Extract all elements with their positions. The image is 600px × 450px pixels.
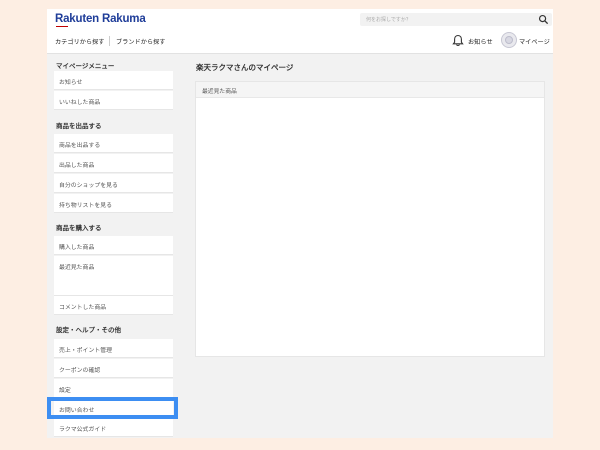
sidebar-item-label: お問い合わせ [59,408,95,414]
recently-viewed-panel: 最近見た商品 [195,81,545,357]
sidebar-item-coupons[interactable]: クーポンの確認 [54,359,173,378]
panel-header: 最近見た商品 [196,82,544,98]
sidebar-item-label: 出品した商品 [59,163,95,169]
section-title-sell: 商品を出品する [56,122,102,130]
notifications-link[interactable]: お知らせ [468,37,493,46]
sidebar-item-official-guide[interactable]: ラクマ公式ガイド [54,418,173,437]
sidebar-item-label: 持ち物リストを見る [59,203,113,209]
search-bar [360,13,552,26]
search-input[interactable] [366,14,526,25]
sidebar-item-label: コメントした商品 [59,305,107,311]
sidebar-item-label: 売上・ポイント管理 [59,348,113,354]
search-icon[interactable] [538,14,549,25]
nav-category-link[interactable]: カテゴリから探す [55,37,105,46]
sidebar-item-recently-viewed[interactable]: 最近見た商品 [54,256,173,296]
header-divider [47,53,553,54]
section-title-settings-help: 設定・ヘルプ・その他 [56,326,121,334]
sidebar-item-contact[interactable]: お問い合わせ [54,399,173,418]
mypage-link[interactable]: マイページ [519,37,550,46]
sidebar-item-liked-items[interactable]: いいねした商品 [54,91,173,110]
sidebar-item-my-shop[interactable]: 自分のショップを見る [54,174,173,193]
sidebar-item-list-item[interactable]: 商品を出品する [54,134,173,153]
page-title: 楽天ラクマさんのマイページ [196,63,294,72]
sidebar-item-label: 自分のショップを見る [59,183,118,189]
sidebar-item-label: クーポンの確認 [59,368,101,374]
sidebar-item-settings[interactable]: 設定 [54,379,173,398]
rakuten-rakuma-logo[interactable]: Rakuten Rakuma [55,13,146,25]
sidebar-item-purchased-items[interactable]: 購入した商品 [54,236,173,255]
nav-brand-link[interactable]: ブランドから探す [116,37,166,46]
sidebar-item-label: 設定 [59,388,71,394]
logo-accent [56,26,68,27]
sidebar-item-listed-items[interactable]: 出品した商品 [54,154,173,173]
sidebar-item-sales-points[interactable]: 売上・ポイント管理 [54,339,173,358]
sidebar-item-label: 最近見た商品 [59,265,95,271]
avatar[interactable] [501,32,517,48]
sidebar-item-label: 購入した商品 [59,245,95,251]
bell-icon[interactable] [452,34,464,47]
sidebar-item-commented-items[interactable]: コメントした商品 [54,296,173,315]
app-window: Rakuten Rakuma カテゴリから探す ブランドから探す お知らせ マイ… [47,9,553,438]
sidebar-item-label: いいねした商品 [59,100,101,106]
sidebar-item-belongings-list[interactable]: 持ち物リストを見る [54,194,173,213]
section-title-mypage-menu: マイページメニュー [56,62,115,70]
nav-divider [109,36,110,46]
section-title-buy: 商品を購入する [56,224,102,232]
panel-title: 最近見た商品 [202,89,237,95]
sidebar-item-label: ラクマ公式ガイド [59,427,107,433]
sidebar-item-notifications[interactable]: お知らせ [54,71,173,90]
avatar-face [505,36,513,44]
site-header: Rakuten Rakuma カテゴリから探す ブランドから探す お知らせ マイ… [47,9,553,53]
sidebar-item-label: 商品を出品する [59,143,101,149]
sidebar-item-label: お知らせ [59,80,83,86]
